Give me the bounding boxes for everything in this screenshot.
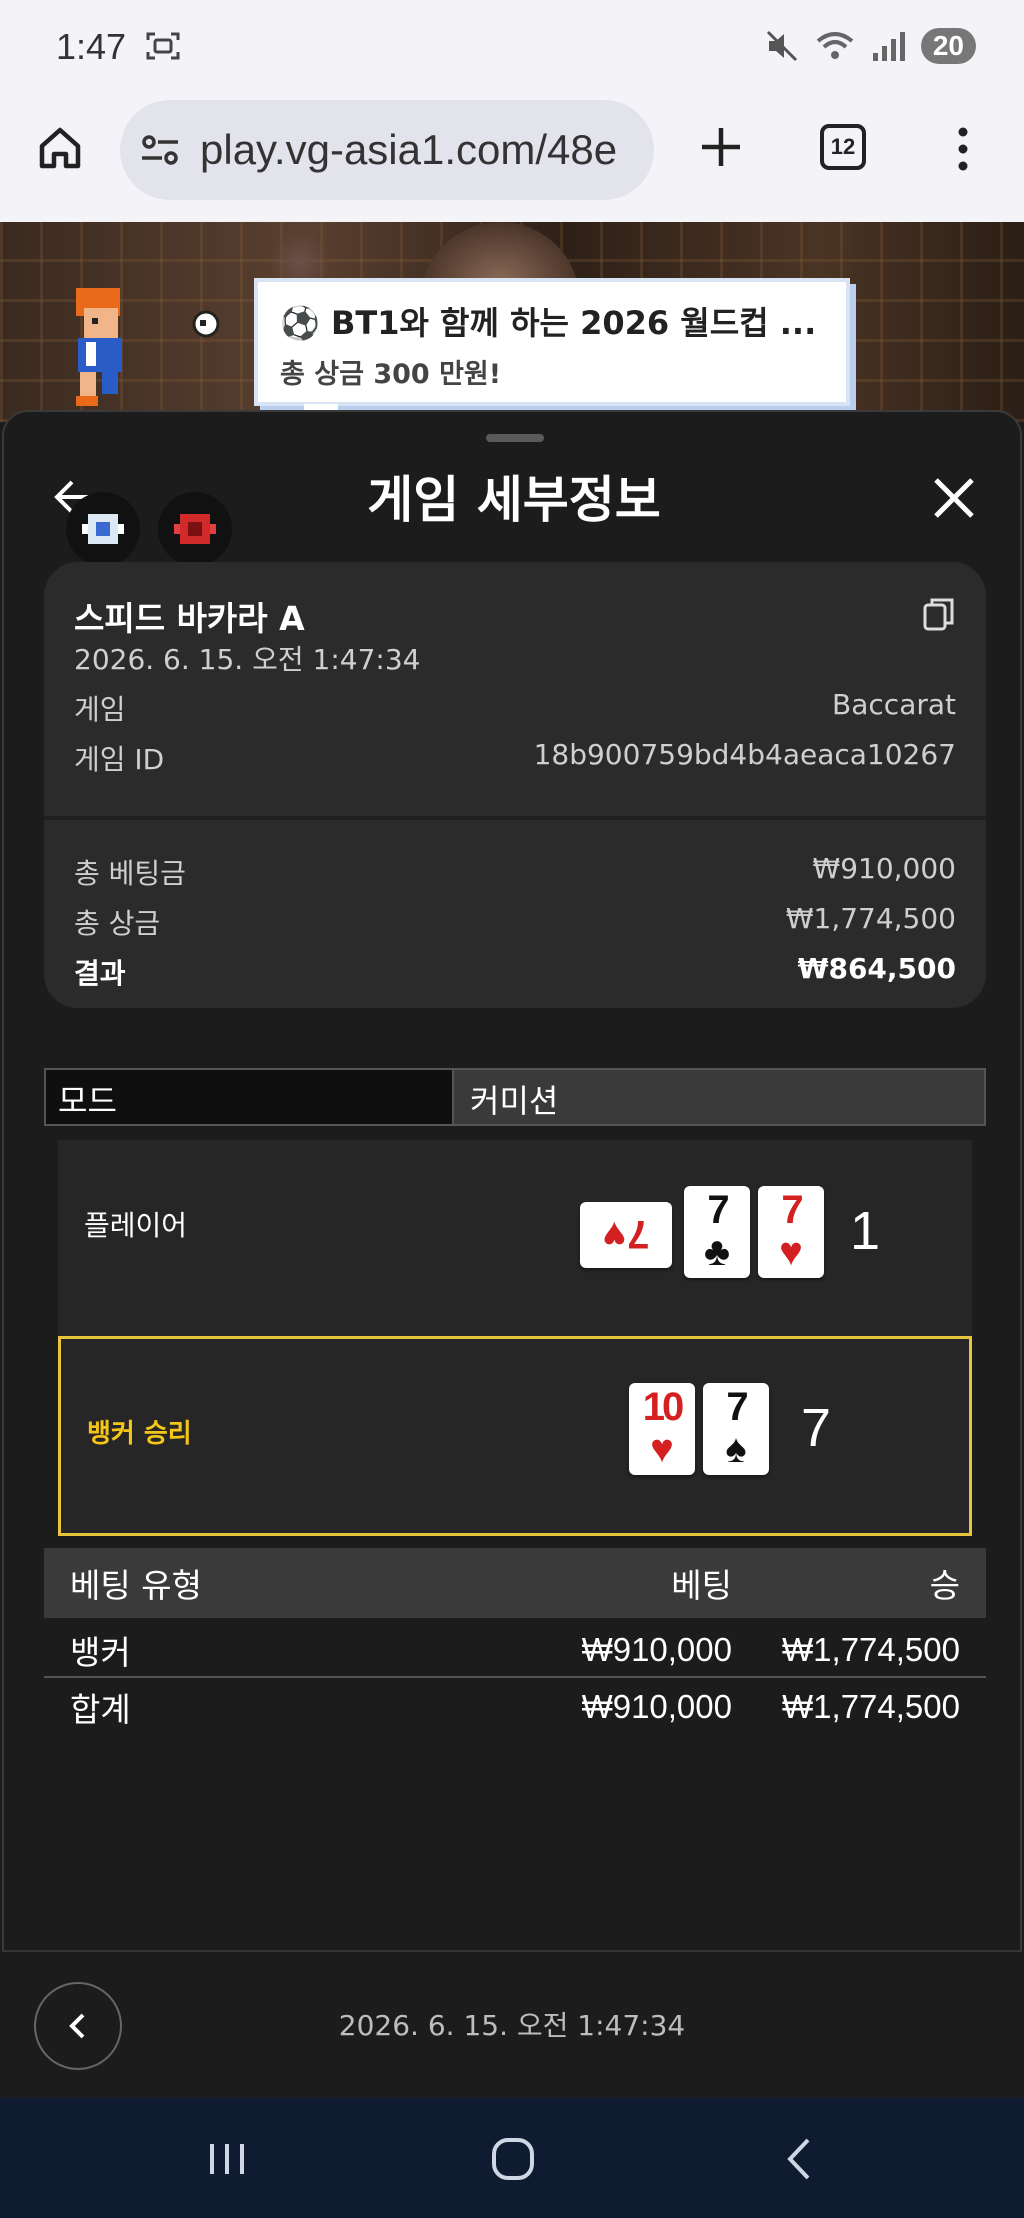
recent-apps-icon[interactable] bbox=[202, 2134, 252, 2184]
status-time: 1:47 bbox=[56, 26, 127, 67]
total-win-row: 총 상금 ₩1,774,500 bbox=[74, 902, 956, 942]
result-value: ₩864,500 bbox=[797, 952, 956, 985]
bet-type: 뱅커 bbox=[70, 1633, 131, 1672]
table-total-row: 합계 ₩910,000 ₩1,774,500 bbox=[44, 1680, 986, 1734]
home-icon[interactable] bbox=[36, 124, 84, 172]
game-details-sheet: 게임 세부정보 스피드 바카라 A 2026. 6. 15. 오전 1:47:3… bbox=[2, 410, 1022, 2098]
banker-score: 7 bbox=[801, 1398, 832, 1458]
sheet-grabber[interactable] bbox=[486, 434, 544, 442]
bet-type-header: 베팅 유형 bbox=[70, 1566, 202, 1605]
more-menu-icon[interactable] bbox=[950, 124, 976, 174]
footer-datetime: 2026. 6. 15. 오전 1:47:34 bbox=[338, 2009, 686, 2042]
player-card-3: 7 ♥ bbox=[758, 1186, 824, 1278]
player-label: 플레이어 bbox=[84, 1209, 188, 1242]
total-win: ₩1,774,500 bbox=[782, 1688, 960, 1725]
mode-label: 모드 bbox=[46, 1070, 454, 1124]
promo-banner[interactable]: ⚽ BT1와 함께 하는 2026 월드컵 ... 총 상금 300 만원! bbox=[254, 278, 850, 406]
tab-switcher-button[interactable]: 12 bbox=[820, 124, 866, 170]
close-icon[interactable] bbox=[932, 476, 976, 520]
banker-card-2: 7 ♠ bbox=[703, 1383, 769, 1475]
total-win-value: ₩1,774,500 bbox=[785, 902, 956, 935]
total-bet-value: ₩910,000 bbox=[812, 852, 956, 885]
system-nav-bar bbox=[0, 2098, 1024, 2218]
game-name: 스피드 바카라 A bbox=[74, 599, 305, 638]
new-tab-icon[interactable] bbox=[696, 122, 746, 172]
player-card-1: 7 ♥ bbox=[580, 1202, 672, 1268]
bet-amount: ₩910,000 bbox=[581, 1631, 732, 1668]
win-amount-header: 승 bbox=[929, 1566, 960, 1605]
site-settings-icon[interactable] bbox=[140, 133, 180, 167]
mute-icon bbox=[766, 30, 797, 62]
sheet-title: 게임 세부정보 bbox=[367, 471, 661, 529]
game-datetime: 2026. 6. 15. 오전 1:47:34 bbox=[74, 643, 421, 676]
url-text: play.vg-asia1.com/48e bbox=[200, 126, 618, 173]
banker-card-1: 10 ♥ bbox=[629, 1383, 695, 1475]
mode-row: 모드 커미션 bbox=[44, 1068, 986, 1126]
copy-icon[interactable] bbox=[922, 596, 956, 632]
sheet-footer: 2026. 6. 15. 오전 1:47:34 bbox=[2, 1950, 1022, 2098]
divider bbox=[44, 816, 986, 820]
home-nav-icon[interactable] bbox=[488, 2134, 538, 2184]
round-results: 플레이어 7 ♥ 7 ♣ 7 ♥ 1 뱅커 승리 10 ♥ 7 ♠ 7 bbox=[58, 1140, 972, 1536]
signal-icon bbox=[872, 32, 905, 61]
wifi-icon bbox=[816, 32, 854, 59]
player-card-2: 7 ♣ bbox=[684, 1186, 750, 1278]
game-type-label: 게임 bbox=[74, 693, 126, 726]
total-bet-row: 총 베팅금 ₩910,000 bbox=[74, 852, 956, 892]
promo-title: ⚽ BT1와 함께 하는 2026 월드컵 ... bbox=[280, 304, 817, 342]
game-info-card: 스피드 바카라 A 2026. 6. 15. 오전 1:47:34 게임 Bac… bbox=[44, 562, 986, 1008]
game-id-label: 게임 ID bbox=[74, 743, 165, 776]
game-id-row: 게임 ID 18b900759bd4b4aeaca10267 bbox=[74, 738, 956, 778]
total-bet: ₩910,000 bbox=[581, 1688, 732, 1725]
screenshot-icon bbox=[146, 32, 180, 60]
game-type-row: 게임 Baccarat bbox=[74, 688, 956, 728]
game-type-value: Baccarat bbox=[832, 688, 956, 721]
bet-amount-header: 베팅 bbox=[671, 1566, 732, 1605]
total-label: 합계 bbox=[70, 1690, 131, 1729]
address-bar[interactable]: play.vg-asia1.com/48e bbox=[120, 100, 654, 200]
mode-value: 커미션 bbox=[454, 1070, 984, 1124]
player-score: 1 bbox=[850, 1201, 881, 1261]
promo-subtitle: 총 상금 300 만원! bbox=[280, 359, 502, 390]
total-bet-label: 총 베팅금 bbox=[74, 857, 186, 890]
banker-label: 뱅커 승리 bbox=[87, 1419, 192, 1449]
result-row: 결과 ₩864,500 bbox=[74, 952, 956, 992]
result-label: 결과 bbox=[74, 957, 126, 990]
bets-table-header: 베팅 유형 베팅 승 bbox=[44, 1548, 986, 1618]
back-nav-icon[interactable] bbox=[776, 2134, 826, 2184]
win-amount: ₩1,774,500 bbox=[782, 1631, 960, 1668]
total-win-label: 총 상금 bbox=[74, 907, 161, 940]
status-bar: 1:47 20 bbox=[0, 0, 1024, 96]
battery-level: 20 bbox=[920, 28, 976, 64]
browser-toolbar: play.vg-asia1.com/48e 12 bbox=[0, 96, 1024, 222]
table-row: 뱅커 ₩910,000 ₩1,774,500 bbox=[44, 1624, 986, 1678]
player-hand: 플레이어 7 ♥ 7 ♣ 7 ♥ 1 bbox=[58, 1140, 972, 1336]
game-id-value: 18b900759bd4b4aeaca10267 bbox=[533, 738, 956, 771]
banker-hand: 뱅커 승리 10 ♥ 7 ♠ 7 bbox=[58, 1336, 972, 1536]
